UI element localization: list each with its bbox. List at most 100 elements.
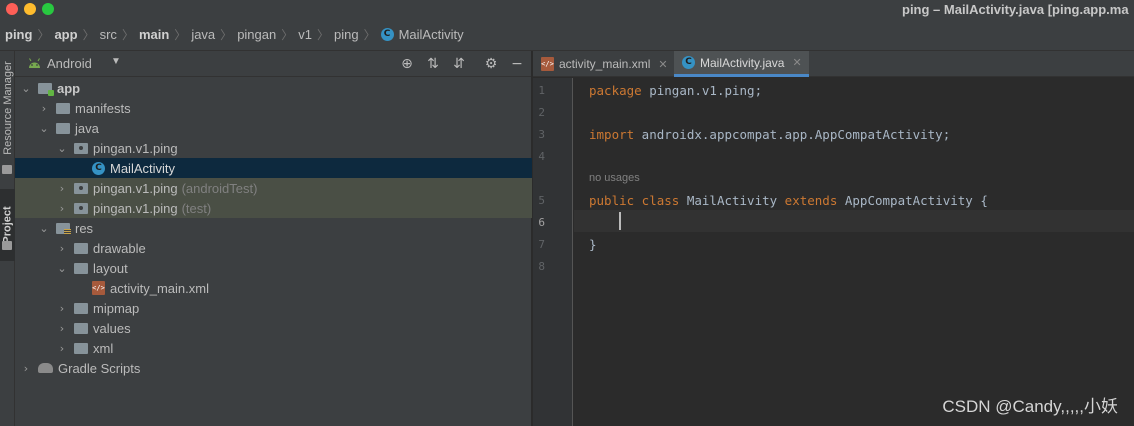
tree-item-layout[interactable]: ⌄ layout [15,258,532,278]
window-close-button[interactable] [6,3,18,15]
window-minimize-button[interactable] [24,3,36,15]
gear-icon[interactable]: ⚙ [483,56,499,72]
tree-item-label: pingan.v1.ping [93,140,178,156]
tree-item-java[interactable]: ⌄ java [15,118,532,138]
tree-item-drawable[interactable]: › drawable [15,238,532,258]
tree-item-mailactivity[interactable]: C MailActivity [15,158,532,178]
tree-item-xml[interactable]: › xml [15,338,532,358]
minimize-icon[interactable]: − [509,56,525,72]
folder-icon [56,102,70,114]
breadcrumb: ping 〉 app 〉 src 〉 main 〉 java 〉 pingan … [0,19,1134,51]
line-number-gutter: 1 2 3 4 5 6 7 8 [533,78,573,426]
resource-manager-tab[interactable]: Resource Manager [0,55,15,161]
tree-item-label: java [75,120,99,136]
code-line: } [589,237,597,252]
project-panel: Android ▼ ⊕ ⇅ ⇵ ⚙ − ⌄ app › manifests ⌄ … [15,51,532,426]
close-icon[interactable]: ✕ [658,58,667,71]
chevron-down-icon[interactable]: ⌄ [38,122,50,135]
tab-mailactivity-java[interactable]: C MailActivity.java ✕ [674,51,809,77]
title-bar: ping – MailActivity.java [ping.app.ma [0,0,1134,19]
chevron-down-icon[interactable]: ⌄ [38,222,50,235]
tree-item-package[interactable]: ⌄ pingan.v1.ping [15,138,532,158]
chevron-down-icon[interactable]: ⌄ [20,82,32,95]
code-text: pingan.v1.ping; [641,83,763,98]
tree-item-app[interactable]: ⌄ app [15,78,532,98]
chevron-right-icon[interactable]: › [38,102,50,115]
breadcrumb-item[interactable]: v1 [298,27,312,42]
tree-item-manifests[interactable]: › manifests [15,98,532,118]
current-line-highlight [574,210,1134,232]
chevron-right-icon[interactable]: › [56,182,68,195]
xml-file-icon: </> [92,281,105,295]
class-icon: C [380,28,394,41]
tree-item-label: pingan.v1.ping [93,180,178,196]
usage-hint[interactable]: no usages [589,172,640,184]
code-line: package pingan.v1.ping; [589,83,762,98]
breadcrumb-item[interactable]: ping [5,27,32,42]
tree-item-label: xml [93,340,114,356]
tree-item-gradle-scripts[interactable]: › Gradle Scripts [15,358,532,378]
chevron-right-icon[interactable]: › [20,362,32,375]
package-icon [74,182,88,194]
breadcrumb-separator-icon: 〉 [82,28,95,42]
chevron-right-icon[interactable]: › [56,302,68,315]
code-text: MailActivity [679,193,785,208]
close-icon[interactable]: ✕ [792,56,801,69]
text-cursor [619,212,621,230]
project-tab[interactable]: Project [0,189,15,261]
package-icon [74,202,88,214]
breadcrumb-item[interactable]: main [139,27,169,42]
tree-item-mipmap[interactable]: › mipmap [15,298,532,318]
breadcrumb-separator-icon: 〉 [174,28,187,42]
code-area[interactable]: package pingan.v1.ping; import androidx.… [574,78,1134,426]
tree-item-package-androidtest[interactable]: › pingan.v1.ping (androidTest) [15,178,532,198]
tree-item-activity-main-xml[interactable]: </> activity_main.xml [15,278,532,298]
package-icon [74,142,88,154]
chevron-right-icon[interactable]: › [56,242,68,255]
tree-item-suffix: (test) [181,200,212,216]
tree-item-values[interactable]: › values [15,318,532,338]
folder-icon [74,342,88,354]
locate-target-icon[interactable]: ⊕ [399,56,415,72]
breadcrumb-item[interactable]: java [191,27,215,42]
module-folder-icon [38,82,54,96]
folder-icon [74,242,88,254]
breadcrumb-item[interactable]: pingan [237,27,276,42]
chevron-down-icon[interactable]: ⌄ [56,262,68,275]
breadcrumb-item[interactable]: MailActivity [399,27,464,42]
left-tool-strip: Resource Manager Project [0,51,15,426]
code-text: AppCompatActivity { [837,193,988,208]
line-number: 3 [538,128,545,141]
window-maximize-button[interactable] [42,3,54,15]
project-view-selector[interactable]: Android [47,56,92,71]
chevron-right-icon[interactable]: › [56,322,68,335]
breadcrumb-separator-icon: 〉 [121,28,134,42]
chevron-right-icon[interactable]: › [56,342,68,355]
chevron-right-icon[interactable]: › [56,202,68,215]
tab-activity-main-xml[interactable]: </> activity_main.xml ✕ [533,51,674,77]
line-number: 8 [538,260,545,273]
line-number: 7 [538,238,545,251]
window-title: ping – MailActivity.java [ping.app.ma [902,2,1129,17]
breadcrumb-separator-icon: 〉 [281,28,294,42]
tree-item-label: Gradle Scripts [58,360,141,376]
tree-item-label: manifests [75,100,131,116]
chevron-down-icon[interactable]: ⌄ [56,142,68,155]
line-number: 4 [538,150,545,163]
tree-item-package-test[interactable]: › pingan.v1.ping (test) [15,198,532,218]
breadcrumb-item[interactable]: app [54,27,77,42]
collapse-all-icon[interactable]: ⇵ [451,56,467,72]
expand-all-icon[interactable]: ⇅ [425,56,441,72]
tree-item-res[interactable]: ⌄ res [15,218,532,238]
tree-item-label: mipmap [93,300,140,316]
gradle-icon [38,363,53,373]
class-icon: C [92,161,105,175]
breadcrumb-item[interactable]: ping [334,27,359,42]
breadcrumb-separator-icon: 〉 [37,28,50,42]
breadcrumb-item[interactable]: src [100,27,117,42]
dropdown-caret-icon[interactable]: ▼ [111,56,121,67]
code-text: } [589,237,597,252]
code-keyword: import [589,127,635,142]
tree-item-label: app [57,80,81,96]
xml-file-icon: </> [541,57,554,71]
